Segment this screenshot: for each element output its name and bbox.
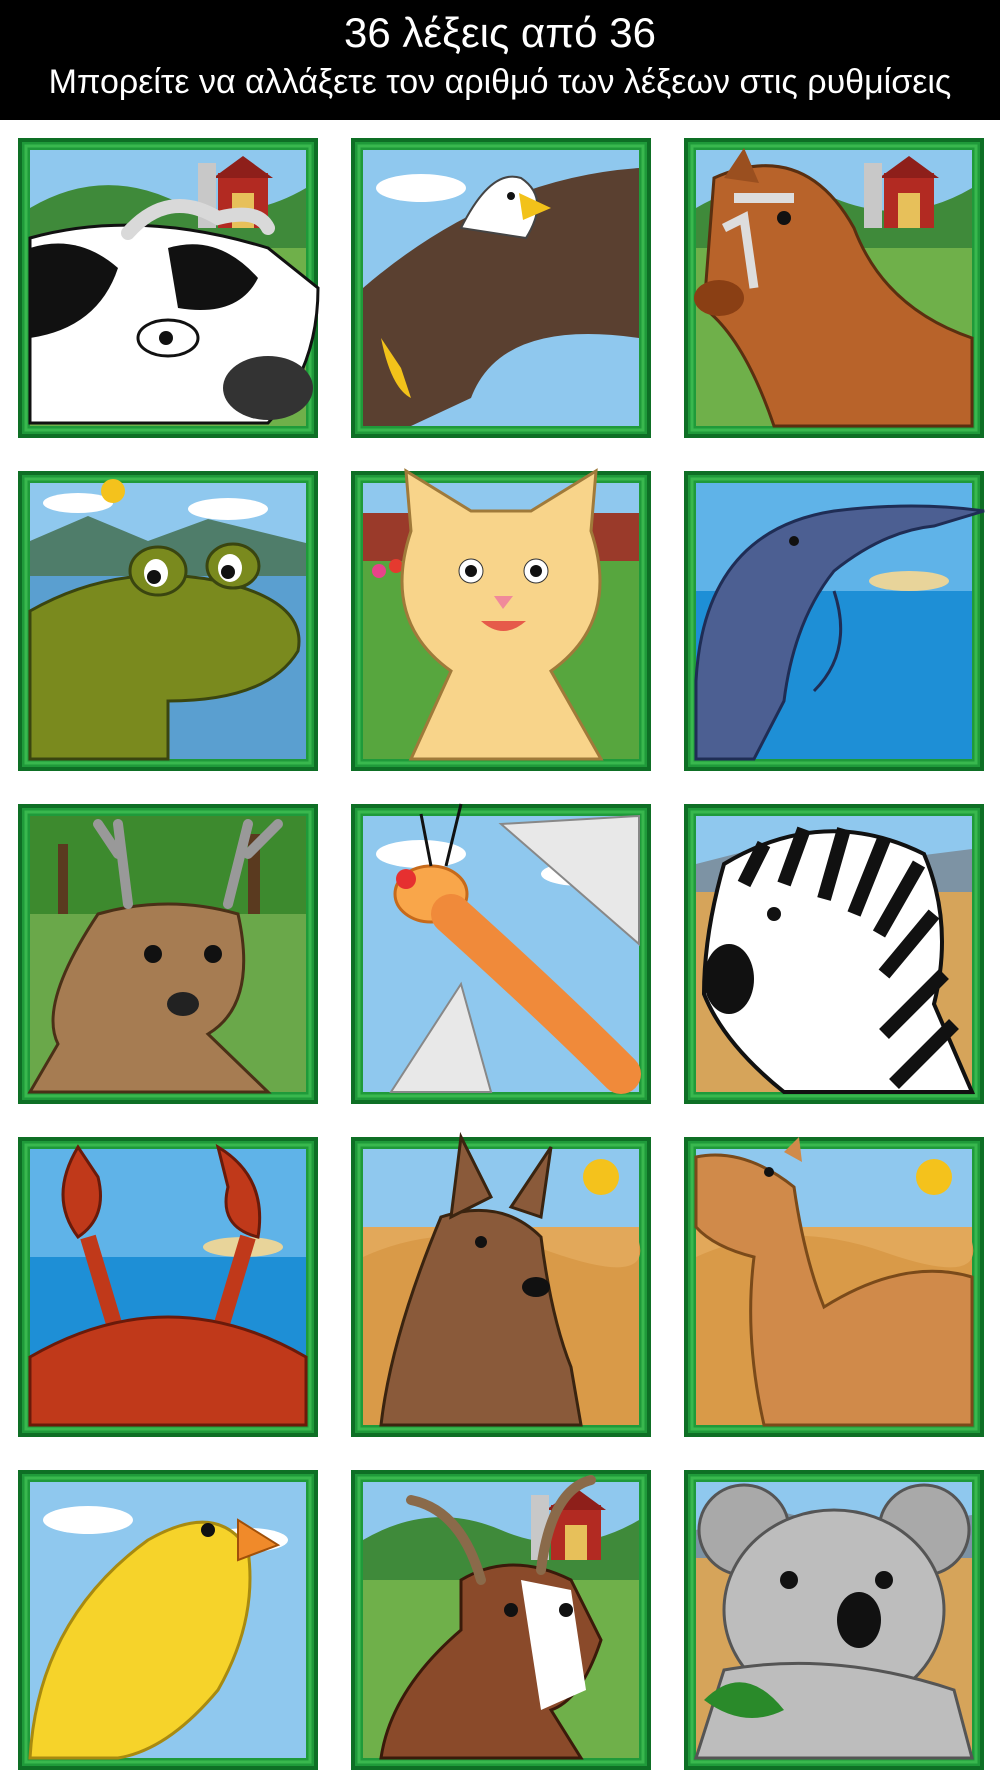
zebra-illustration: [684, 804, 984, 1104]
horse-illustration: [684, 138, 984, 438]
canary-illustration: [18, 1470, 318, 1770]
header-bar: 36 λέξεις από 36 Μπορείτε να αλλάξετε το…: [0, 0, 1000, 120]
card-goat[interactable]: [351, 1470, 651, 1770]
word-count-hint: Μπορείτε να αλλάξετε τον αριθμό των λέξε…: [48, 63, 952, 101]
card-dragonfly[interactable]: [351, 803, 651, 1104]
card-cat[interactable]: [351, 468, 651, 771]
eagle-illustration: [351, 138, 651, 438]
cow-illustration: [18, 138, 320, 438]
goat-illustration: [351, 1470, 651, 1770]
card-deer[interactable]: [18, 804, 318, 1104]
cat-illustration: [351, 468, 651, 771]
card-crab[interactable]: [18, 1137, 318, 1437]
animal-card-grid: [0, 120, 1000, 1778]
dolphin-illustration: [684, 471, 985, 771]
koala-illustration: [684, 1470, 984, 1770]
card-dolphin[interactable]: [684, 471, 985, 771]
frog-illustration: [18, 471, 318, 771]
camel-illustration: [684, 1137, 984, 1437]
kangaroo-illustration: [351, 1131, 651, 1437]
card-canary[interactable]: [18, 1470, 318, 1770]
card-horse[interactable]: [684, 138, 984, 438]
page-title: 36 λέξεις από 36: [344, 9, 656, 56]
card-zebra[interactable]: [684, 804, 984, 1104]
deer-illustration: [18, 804, 318, 1104]
card-camel[interactable]: [684, 1137, 984, 1437]
card-cow[interactable]: [18, 138, 320, 438]
card-eagle[interactable]: [351, 138, 651, 438]
card-kangaroo[interactable]: [351, 1131, 651, 1437]
dragonfly-illustration: [351, 803, 651, 1104]
card-frog[interactable]: [18, 471, 318, 771]
crab-illustration: [18, 1137, 318, 1437]
card-koala[interactable]: [684, 1470, 984, 1770]
